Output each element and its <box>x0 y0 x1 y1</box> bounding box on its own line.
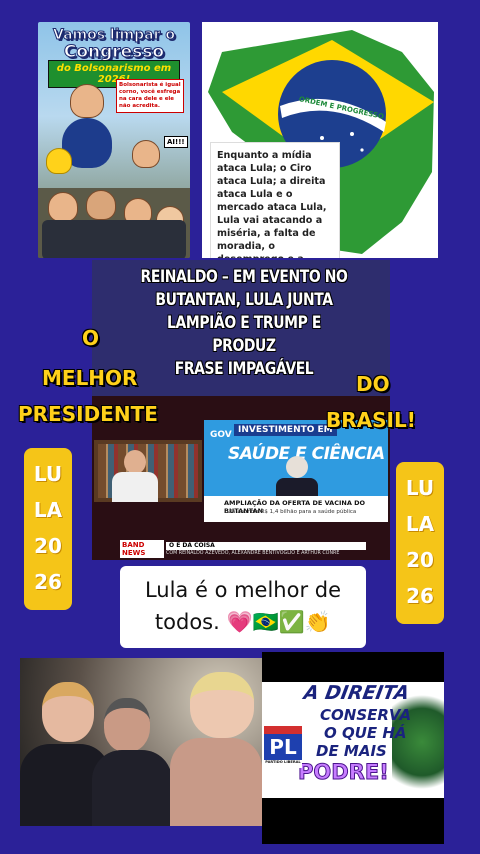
badge-text: LU <box>33 462 63 486</box>
person-head <box>104 698 150 752</box>
pl-meme-image: A DIREITA CONSERVA O QUE HÁ DE MAIS PODR… <box>262 652 444 844</box>
host-body <box>112 472 158 502</box>
badge-text: LA <box>33 498 63 522</box>
slogan-do: DO <box>356 372 390 396</box>
praise-caption: Lula é o melhor de todos. 💗🇧🇷✅👏 <box>120 566 366 648</box>
slogan-o: O <box>82 326 100 350</box>
pl-text-line1: A DIREITA <box>302 682 411 704</box>
person-suit <box>92 750 172 826</box>
pl-logo-stripe <box>264 726 302 734</box>
headline-line: LAMPIÃO E TRUMP E PRODUZ <box>167 313 321 356</box>
poster-title: Vamos limpar o Congresso <box>44 27 184 62</box>
pl-text-line5: PODRE! <box>298 760 390 785</box>
channel-logo: BAND NEWS <box>120 540 164 558</box>
pl-logo: PL <box>264 734 302 760</box>
pl-text-line4: DE MAIS <box>316 742 387 760</box>
pl-party-name: PARTIDO LIBERAL <box>265 760 301 764</box>
slogan-presidente: PRESIDENTE <box>18 402 158 426</box>
party-photo <box>20 658 262 826</box>
headline-line: REINALDO – EM EVENTO NO <box>140 267 348 287</box>
poster-exclaim: AI!!! <box>164 136 188 148</box>
praise-line1: Lula é o melhor de <box>144 578 342 602</box>
cartoon-head <box>86 190 116 220</box>
badge-text: 26 <box>406 584 434 608</box>
cartoon-head <box>48 192 78 222</box>
cartoon-crowd <box>42 220 186 258</box>
gov-logo: GOV <box>210 430 232 440</box>
badge-text: 20 <box>34 534 62 558</box>
pl-meme-panel: A DIREITA CONSERVA O QUE HÁ DE MAIS PODR… <box>262 682 444 798</box>
cartoon-head <box>70 84 104 118</box>
badge-text: LA <box>405 512 435 536</box>
news-headline: REINALDO – EM EVENTO NO BUTANTAN, LULA J… <box>139 266 349 381</box>
pl-logo-box: PL PARTIDO LIBERAL <box>264 726 302 768</box>
person-head <box>190 672 254 738</box>
headline-line: FRASE IMPAGÁVEL <box>174 359 314 379</box>
lula-2026-badge-left: LU LA 20 26 <box>24 448 72 610</box>
tv-banner-top: INVESTIMENTO EM <box>234 424 337 436</box>
poster-title-line1: Vamos limpar o <box>53 27 176 43</box>
show-hosts: COM REINALDO AZEVEDO, ALEXANDRE BENTIVOG… <box>166 551 340 556</box>
person-body <box>170 738 262 826</box>
badge-text: 26 <box>34 570 62 594</box>
lower-third-subtitle: Lula anuncia R$ 1,4 bilhão para a saúde … <box>224 509 357 515</box>
badge-text: 20 <box>406 548 434 572</box>
cartoon-poster: Vamos limpar o Congresso do Bolsonarismo… <box>38 22 190 258</box>
smiley-icon <box>46 148 72 174</box>
speaker-head <box>286 456 308 478</box>
quote-card: Enquanto a mídia ataca Lula; o Ciro atac… <box>210 142 340 258</box>
show-name: O É DA COISA <box>166 542 366 550</box>
pl-text-line3: O QUE HÁ <box>324 724 407 742</box>
lula-2026-badge-right: LU LA 20 26 <box>396 462 444 624</box>
host-head <box>124 450 146 474</box>
pl-text-line2: CONSERVA <box>320 706 412 724</box>
badge-text: LU <box>405 476 435 500</box>
slogan-melhor: MELHOR <box>42 366 138 390</box>
brazil-flag-image: ORDEM E PROGRESSO Enquanto a mídia ataca… <box>202 22 438 258</box>
tv-lower-third: AMPLIAÇÃO DA OFERTA DE VACINA DO BUTANTA… <box>204 496 388 522</box>
studio-camera-view <box>94 440 202 502</box>
poster-speech-bubble: Bolsonarista é igual corno, você esfrega… <box>116 79 184 113</box>
gov-event-view: GOV INVESTIMENTO EM SAÚDE E CIÊNCIA AMPL… <box>204 420 388 522</box>
person-head <box>42 682 94 742</box>
praise-line2: todos. 💗🇧🇷✅👏 <box>154 610 332 634</box>
slogan-brasil: BRASIL! <box>326 408 416 432</box>
cartoon-head <box>132 140 160 168</box>
headline-line: BUTANTAN, LULA JUNTA <box>155 290 333 310</box>
